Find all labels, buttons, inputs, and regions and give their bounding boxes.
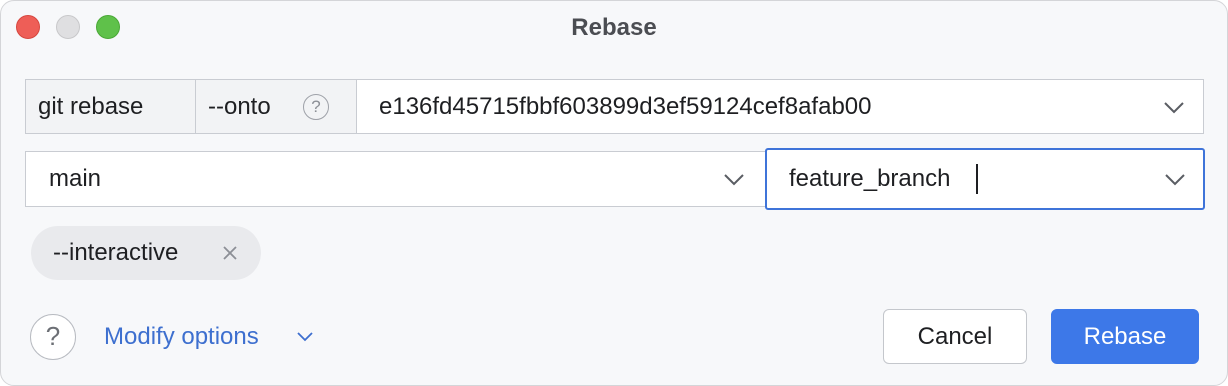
chevron-down-icon[interactable] (1164, 173, 1186, 187)
onto-commit-combobox[interactable]: e136fd45715fbbf603899d3ef59124cef8afab00 (356, 79, 1204, 134)
git-rebase-label-segment: git rebase (25, 79, 196, 134)
onto-option-label: --onto (208, 93, 271, 120)
git-rebase-label: git rebase (38, 93, 144, 120)
upstream-value: main (49, 165, 102, 192)
rebase-dialog: Rebase git rebase --onto ? e136fd45715fb… (0, 0, 1228, 386)
modify-options-link[interactable]: Modify options (104, 323, 259, 351)
chevron-down-icon[interactable] (723, 173, 745, 187)
interactive-option-chip[interactable]: --interactive (31, 226, 261, 280)
onto-option-segment[interactable]: --onto ? (195, 79, 357, 134)
dialog-title: Rebase (571, 14, 657, 41)
cancel-button[interactable]: Cancel (883, 309, 1027, 364)
branch-input[interactable]: feature_branch (789, 165, 950, 193)
close-icon[interactable] (222, 245, 238, 261)
help-button[interactable]: ? (30, 314, 76, 360)
branch-combobox[interactable]: feature_branch (765, 148, 1205, 210)
chevron-down-icon[interactable] (1163, 101, 1185, 115)
title-bar: Rebase (1, 1, 1227, 55)
chip-label: --interactive (53, 239, 179, 266)
onto-help-icon[interactable]: ? (303, 94, 329, 120)
chevron-down-icon[interactable] (296, 331, 314, 342)
text-cursor (976, 164, 978, 194)
onto-commit-value: e136fd45715fbbf603899d3ef59124cef8afab00 (379, 93, 872, 120)
rebase-button[interactable]: Rebase (1051, 309, 1199, 364)
upstream-combobox[interactable]: main (25, 151, 767, 207)
